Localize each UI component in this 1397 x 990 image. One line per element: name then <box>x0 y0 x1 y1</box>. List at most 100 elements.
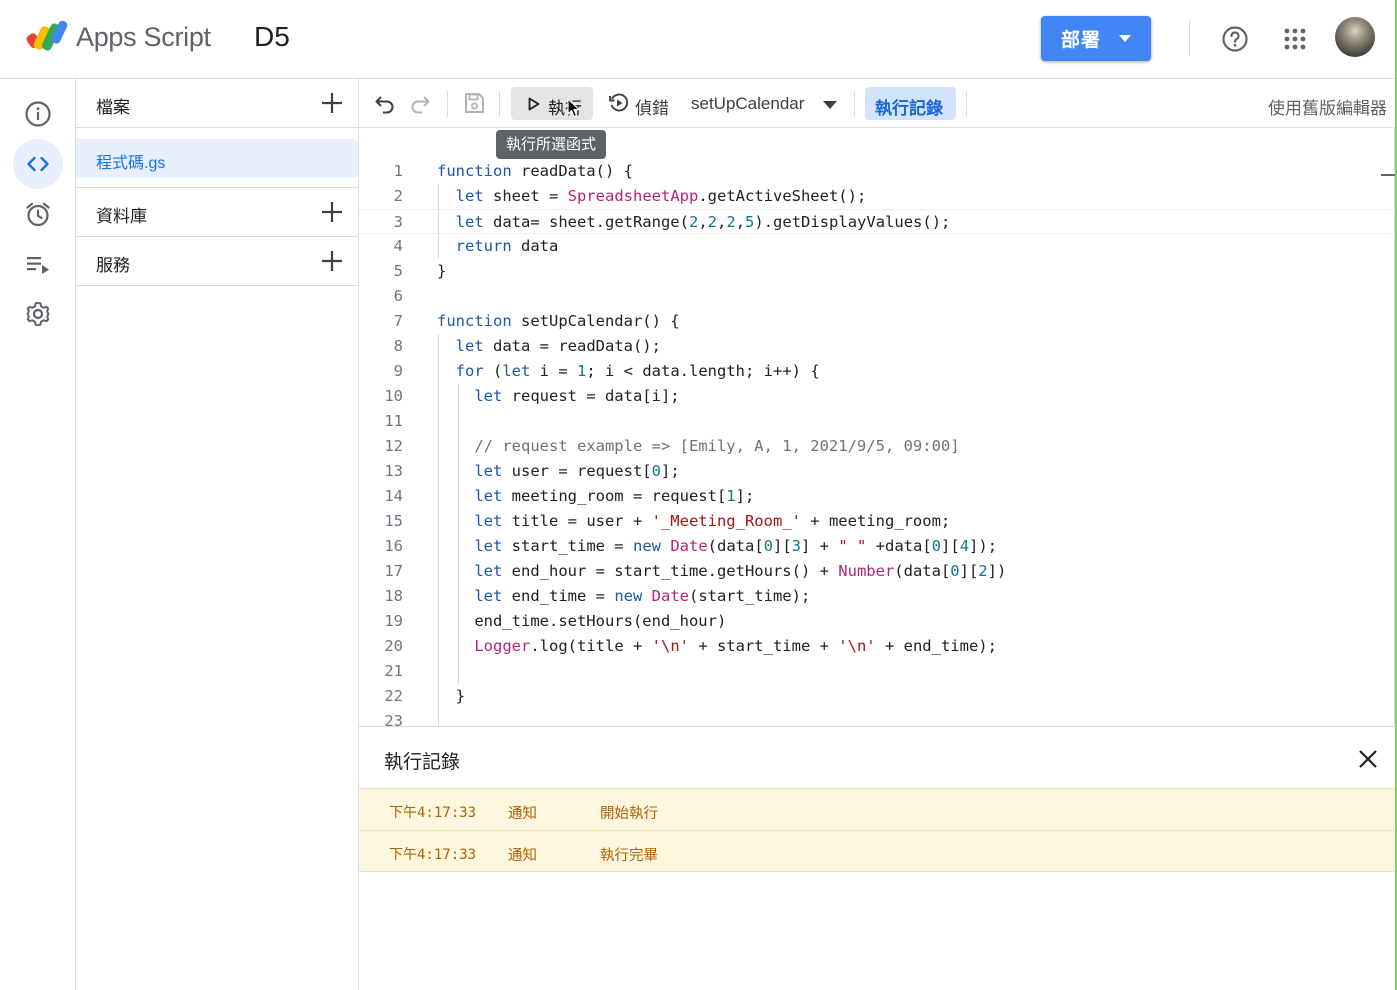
code-line[interactable]: 20 Logger.log(title + '\n' + start_time … <box>359 634 1395 659</box>
code-line[interactable]: 17 let end_hour = start_time.getHours() … <box>359 559 1395 584</box>
add-service-icon[interactable] <box>320 249 344 273</box>
code-token: (data[ <box>894 562 951 580</box>
code-line[interactable]: 5} <box>359 259 1395 284</box>
code-token: Date <box>670 537 708 555</box>
help-icon[interactable] <box>1221 25 1249 53</box>
code-text: let meeting_room = request[1]; <box>437 484 754 509</box>
code-token: , <box>717 213 727 231</box>
indent-guide <box>438 334 439 726</box>
save-icon[interactable] <box>462 91 486 115</box>
debug-button[interactable]: 偵錯 <box>609 87 679 120</box>
code-token: title = user + <box>502 512 652 530</box>
code-token: ]; <box>660 462 680 480</box>
google-apps-icon[interactable] <box>1283 27 1307 51</box>
settings-nav[interactable] <box>13 289 63 339</box>
code-line[interactable]: 9 for (let i = 1; i < data.length; i++) … <box>359 359 1395 384</box>
line-number: 21 <box>384 662 403 680</box>
code-line[interactable]: 19 end_time.setHours(end_hour) <box>359 609 1395 634</box>
code-token: 0 <box>931 537 942 555</box>
code-line[interactable]: 14 let meeting_room = request[1]; <box>359 484 1395 509</box>
code-line[interactable]: 16 let start_time = new Date(data[0][3] … <box>359 534 1395 559</box>
code-line[interactable]: 4 return data <box>359 234 1395 259</box>
code-line[interactable]: 13 let user = request[0]; <box>359 459 1395 484</box>
code-line[interactable]: 18 let end_time = new Date(start_time); <box>359 584 1395 609</box>
run-tooltip: 執行所選函式 <box>496 130 607 159</box>
code-token: let <box>474 587 503 605</box>
file-item-code-gs[interactable]: 程式碼.gs <box>76 139 358 178</box>
overview-nav[interactable] <box>13 89 63 139</box>
line-number: 20 <box>384 637 403 655</box>
line-number: 2 <box>393 187 403 205</box>
code-token: ]) <box>987 562 1007 580</box>
code-token: 2 <box>707 213 718 231</box>
line-number: 4 <box>393 237 403 255</box>
code-line[interactable]: 3 let data= sheet.getRange(2,2,2,5).getD… <box>359 209 1395 234</box>
code-token: new <box>614 587 643 605</box>
code-text: let user = request[0]; <box>437 459 680 484</box>
code-line[interactable]: 23 <box>359 709 1395 726</box>
libraries-title: 資料庫 <box>96 207 147 226</box>
execution-log-toggle[interactable]: 執行記錄 <box>865 87 956 120</box>
line-number: 1 <box>393 162 403 180</box>
code-token: function <box>437 162 512 180</box>
code-token: function <box>437 312 512 330</box>
function-select[interactable]: setUpCalendar <box>691 87 841 120</box>
redo-icon[interactable] <box>408 91 432 115</box>
log-time: 下午4:17:33 <box>389 847 477 863</box>
code-line[interactable]: 15 let title = user + '_Meeting_Room_' +… <box>359 509 1395 534</box>
code-token: end_time = <box>502 587 615 605</box>
code-line[interactable]: 6 <box>359 284 1395 309</box>
deploy-button[interactable]: 部署 <box>1041 16 1151 61</box>
undo-icon[interactable] <box>373 91 397 115</box>
code-line[interactable]: 7 function setUpCalendar() { <box>359 309 1395 334</box>
code-text: return data <box>437 234 559 259</box>
code-token: start_time = <box>502 537 633 555</box>
code-token: 1 <box>726 487 736 505</box>
line-number: 11 <box>384 412 403 430</box>
code-token: Number <box>838 562 895 580</box>
add-library-icon[interactable] <box>320 200 344 224</box>
account-avatar[interactable] <box>1335 17 1375 57</box>
log-message: 執行完畢 <box>600 848 658 864</box>
execution-log-title: 執行記錄 <box>384 752 461 773</box>
code-token: , <box>698 213 708 231</box>
alarm-clock-icon <box>26 202 50 227</box>
code-line[interactable]: 11 <box>359 409 1395 434</box>
code-editor[interactable]: 1 function readData() {2 let sheet = Spre… <box>359 128 1395 726</box>
code-token: ][ <box>959 562 979 580</box>
code-line[interactable]: 21 <box>359 659 1395 684</box>
code-line[interactable]: 1 function readData() { <box>359 159 1395 184</box>
triggers-nav[interactable] <box>13 189 63 239</box>
code-line[interactable]: 2 let sheet = SpreadsheetApp.getActiveSh… <box>359 184 1395 209</box>
top-app-bar: Apps Script D5 部署 <box>0 0 1397 79</box>
code-line[interactable]: 12 // request example => [Emily, A, 1, 2… <box>359 434 1395 459</box>
line-number: 19 <box>384 612 403 630</box>
add-file-icon[interactable] <box>320 91 344 115</box>
code-token: setUpCalendar() { <box>511 312 680 330</box>
log-entry: 下午4:17:33 通知 執行完畢 <box>359 830 1397 872</box>
toolbar-divider <box>447 91 448 117</box>
code-token: 2 <box>726 213 736 231</box>
code-token: 2 <box>688 213 699 231</box>
code-token: +data[ <box>866 537 932 555</box>
code-token: i = <box>530 362 578 380</box>
executions-nav[interactable] <box>13 239 63 289</box>
code-line[interactable]: 8 let data = readData(); <box>359 334 1395 359</box>
code-line[interactable]: 22 } <box>359 684 1395 709</box>
code-text: let start_time = new Date(data[0][3] + "… <box>437 534 997 559</box>
code-token: // request example => [Emily, A, 1, 2021… <box>474 437 960 455</box>
use-legacy-editor-link[interactable]: 使用舊版編輯器 <box>1268 94 1387 119</box>
code-token: ]); <box>969 537 998 555</box>
close-icon[interactable] <box>1356 747 1380 771</box>
editor-nav[interactable] <box>13 139 63 189</box>
code-token: data = readData(); <box>483 337 661 355</box>
project-name[interactable]: D5 <box>254 21 290 53</box>
code-token: .log(title + <box>530 637 652 655</box>
code-line[interactable]: 10 let request = data[i]; <box>359 384 1395 409</box>
